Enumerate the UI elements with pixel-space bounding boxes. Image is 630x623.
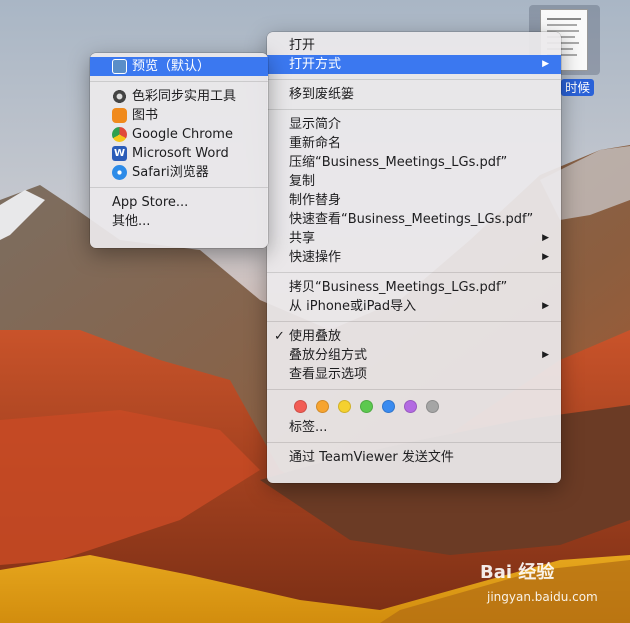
menu-item-import-from-iphone[interactable]: 从 iPhone或iPad导入 ▶ (267, 297, 561, 316)
word-icon: W (112, 146, 127, 161)
menu-separator (267, 389, 561, 390)
menu-separator (267, 321, 561, 322)
tag-dot-green[interactable] (360, 400, 373, 413)
tag-dot-orange[interactable] (316, 400, 329, 413)
watermark-url: jingyan.baidu.com (487, 590, 598, 604)
menu-item-label: 快速操作 (289, 250, 342, 265)
context-menu: 打开 打开方式 ▶ 移到废纸篓 显示简介 重新命名 压缩“Business_Me… (267, 32, 561, 483)
menu-item-rename[interactable]: 重新命名 (267, 134, 561, 153)
app-label: Microsoft Word (132, 146, 229, 161)
submenu-arrow-icon: ▶ (542, 252, 549, 262)
checkmark-icon: ✓ (274, 329, 285, 344)
menu-item-get-info[interactable]: 显示简介 (267, 115, 561, 134)
submenu-arrow-icon: ▶ (542, 59, 549, 69)
tag-color-row (267, 395, 561, 418)
menu-item-label: 叠放分组方式 (289, 348, 368, 363)
menu-item-duplicate[interactable]: 复制 (267, 172, 561, 191)
menu-separator (267, 109, 561, 110)
menu-item-quick-actions[interactable]: 快速操作 ▶ (267, 248, 561, 267)
file-name-label[interactable]: 时候 (561, 79, 595, 96)
menu-item-compress[interactable]: 压缩“Business_Meetings_LGs.pdf” (267, 153, 561, 172)
menu-item-move-to-trash[interactable]: 移到废纸篓 (267, 85, 561, 104)
submenu-item-safari[interactable]: Safari浏览器 (90, 163, 268, 182)
menu-separator (90, 81, 268, 82)
submenu-item-preview[interactable]: 预览（默认） (90, 57, 268, 76)
menu-item-label: 共享 (289, 231, 316, 246)
menu-item-teamviewer-send[interactable]: 通过 TeamViewer 发送文件 (267, 448, 561, 467)
menu-item-use-stacks[interactable]: ✓ 使用叠放 (267, 327, 561, 346)
submenu-item-books[interactable]: 图书 (90, 106, 268, 125)
submenu-item-chrome[interactable]: Google Chrome (90, 125, 268, 144)
colorsync-icon (112, 89, 127, 104)
submenu-item-app-store[interactable]: App Store... (90, 193, 268, 212)
menu-item-open[interactable]: 打开 (267, 36, 561, 55)
menu-separator (267, 442, 561, 443)
submenu-item-word[interactable]: W Microsoft Word (90, 144, 268, 163)
tag-dot-purple[interactable] (404, 400, 417, 413)
app-label: 色彩同步实用工具 (132, 89, 237, 104)
menu-item-tags[interactable]: 标签... (267, 418, 561, 437)
baidu-watermark: Bai 经验 (480, 562, 555, 583)
menu-item-group-stacks-by[interactable]: 叠放分组方式 ▶ (267, 346, 561, 365)
menu-item-share[interactable]: 共享 ▶ (267, 229, 561, 248)
submenu-item-colorsync[interactable]: 色彩同步实用工具 (90, 87, 268, 106)
menu-item-quick-look[interactable]: 快速查看“Business_Meetings_LGs.pdf” (267, 210, 561, 229)
app-label: 预览（默认） (132, 59, 211, 74)
tag-dot-gray[interactable] (426, 400, 439, 413)
submenu-arrow-icon: ▶ (542, 233, 549, 243)
menu-item-label: 从 iPhone或iPad导入 (289, 299, 417, 314)
menu-separator (267, 272, 561, 273)
tag-dot-yellow[interactable] (338, 400, 351, 413)
menu-item-open-with[interactable]: 打开方式 ▶ (267, 55, 561, 74)
books-icon (112, 108, 127, 123)
app-label: Safari浏览器 (132, 165, 209, 180)
menu-item-make-alias[interactable]: 制作替身 (267, 191, 561, 210)
preview-icon (112, 59, 127, 74)
submenu-arrow-icon: ▶ (542, 301, 549, 311)
menu-item-show-view-options[interactable]: 查看显示选项 (267, 365, 561, 384)
menu-item-label: 打开方式 (289, 57, 342, 72)
tag-dot-red[interactable] (294, 400, 307, 413)
app-label: 图书 (132, 108, 159, 123)
submenu-arrow-icon: ▶ (542, 350, 549, 360)
app-label: Google Chrome (132, 127, 233, 142)
submenu-item-other[interactable]: 其他... (90, 212, 268, 231)
safari-icon (112, 165, 127, 180)
open-with-submenu: 预览（默认） 色彩同步实用工具 图书 Google Chrome W Micro… (90, 53, 268, 248)
tag-dot-blue[interactable] (382, 400, 395, 413)
chrome-icon (112, 127, 127, 142)
menu-item-copy[interactable]: 拷贝“Business_Meetings_LGs.pdf” (267, 278, 561, 297)
menu-separator (90, 187, 268, 188)
menu-item-label: 使用叠放 (289, 329, 342, 344)
menu-separator (267, 79, 561, 80)
